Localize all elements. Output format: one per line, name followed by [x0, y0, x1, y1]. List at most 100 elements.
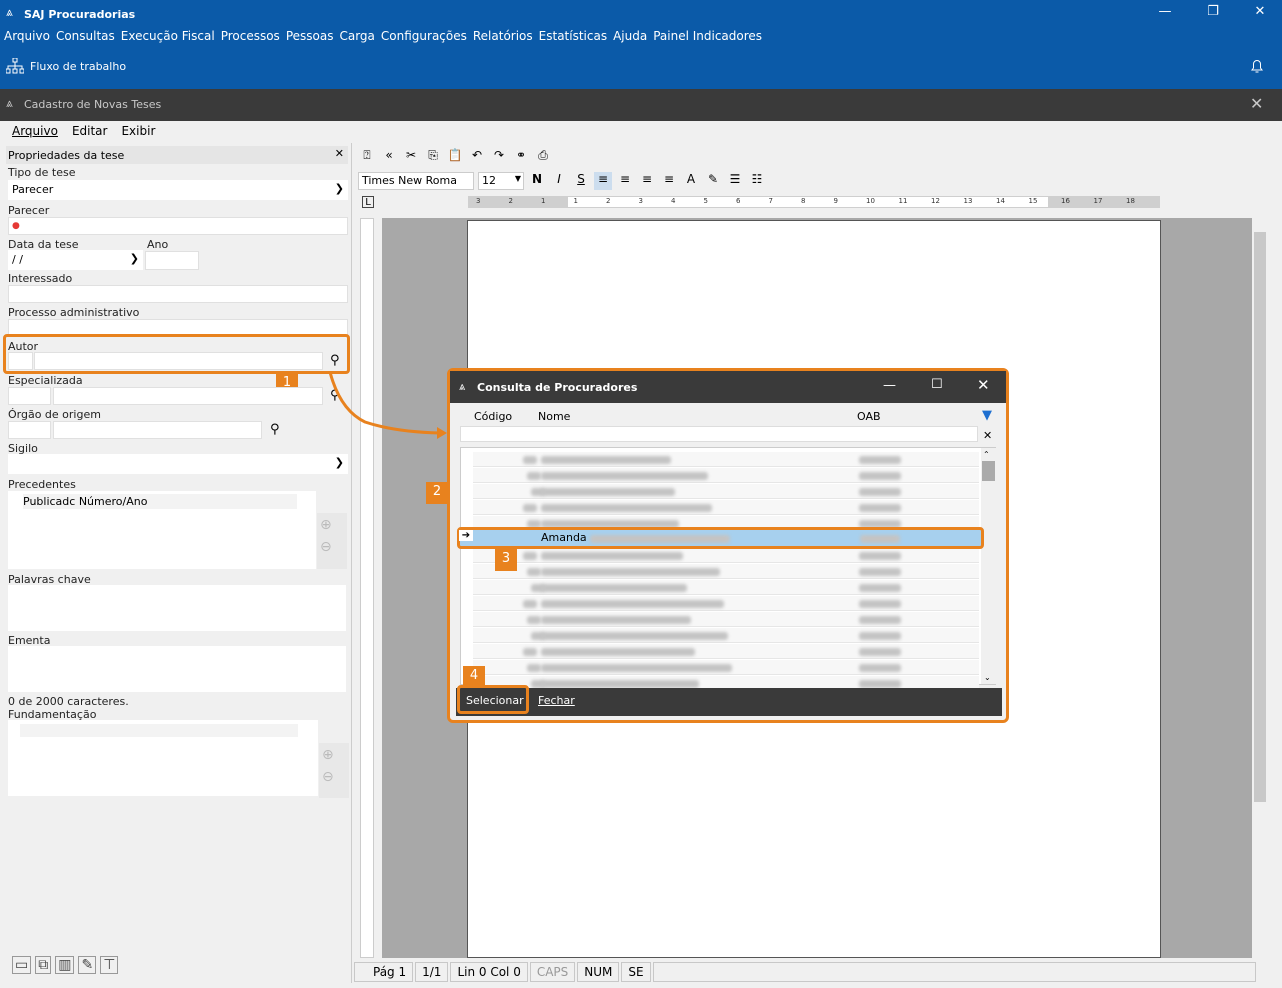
- font-color-icon[interactable]: A: [682, 172, 700, 190]
- orgao-code[interactable]: [8, 421, 51, 439]
- minimize-button[interactable]: —: [1155, 4, 1175, 19]
- menu-relatorios[interactable]: Relatórios: [473, 29, 533, 45]
- search-icon[interactable]: ⚲: [270, 422, 280, 437]
- selected-row[interactable]: ➔ Amanda: [457, 527, 984, 549]
- data-field[interactable]: / / ❯: [8, 250, 143, 270]
- table-row[interactable]: [473, 596, 979, 611]
- remove-icon[interactable]: ⊖: [320, 539, 347, 555]
- menu-estatisticas[interactable]: Estatísticas: [539, 29, 607, 45]
- align-center-icon[interactable]: ≡: [616, 172, 634, 190]
- table-row[interactable]: [473, 548, 979, 563]
- col-codigo[interactable]: Código: [474, 410, 512, 423]
- menu-carga[interactable]: Carga: [339, 29, 374, 45]
- especializada-code[interactable]: [8, 387, 51, 405]
- menu-painel-indicadores[interactable]: Painel Indicadores: [653, 29, 762, 45]
- paste-icon[interactable]: 📋: [446, 148, 464, 166]
- filter-icon[interactable]: ⊤: [100, 956, 119, 974]
- search-icon[interactable]: ⚲: [330, 353, 340, 368]
- find-icon[interactable]: ⚭: [512, 148, 530, 166]
- precedentes-list[interactable]: Publicadc Número/Ano: [8, 491, 316, 569]
- table-row[interactable]: [473, 628, 979, 643]
- menu-arquivo[interactable]: Arquivo: [4, 29, 50, 45]
- bell-icon[interactable]: [1250, 58, 1264, 74]
- menu-window-arquivo[interactable]: Arquivo: [12, 124, 58, 141]
- align-left-icon[interactable]: ≡: [594, 172, 612, 190]
- results-grid[interactable]: ⌃ ⌄: [460, 447, 996, 691]
- vertical-scrollbar[interactable]: [1252, 218, 1268, 958]
- clear-filter-icon[interactable]: ✕: [983, 429, 992, 442]
- sigilo-select[interactable]: ❯: [8, 454, 348, 474]
- orgao-field[interactable]: [53, 421, 262, 439]
- font-select[interactable]: Times New Roma: [358, 172, 474, 190]
- bold-button[interactable]: N: [528, 172, 546, 190]
- align-justify-icon[interactable]: ≡: [660, 172, 678, 190]
- highlight-icon[interactable]: ✎: [704, 172, 722, 190]
- align-right-icon[interactable]: ≡: [638, 172, 656, 190]
- filter-row[interactable]: [460, 426, 978, 442]
- window-close-icon[interactable]: ✕: [1250, 94, 1263, 113]
- table-row[interactable]: [473, 612, 979, 627]
- col-oab[interactable]: OAB: [857, 410, 881, 423]
- menu-processos[interactable]: Processos: [221, 29, 280, 45]
- grid-scrollbar[interactable]: ⌃ ⌄: [981, 448, 996, 684]
- table-row[interactable]: [473, 580, 979, 595]
- table-row[interactable]: [473, 660, 979, 675]
- format-icon[interactable]: ⍰: [358, 148, 376, 166]
- ementa-field[interactable]: [8, 646, 346, 692]
- copy-icon[interactable]: ⎘: [424, 148, 442, 166]
- close-panel-icon[interactable]: ✕: [335, 147, 344, 160]
- redo-icon[interactable]: ↷: [490, 148, 508, 166]
- parecer-field[interactable]: ●: [8, 217, 348, 235]
- menu-execucao-fiscal[interactable]: Execução Fiscal: [121, 29, 215, 45]
- dialog-close-icon[interactable]: ✕: [977, 376, 990, 394]
- select-button[interactable]: Selecionar: [457, 685, 529, 714]
- size-select[interactable]: 12 ▼: [478, 172, 524, 190]
- bullet-list-icon[interactable]: ☰: [726, 172, 744, 190]
- dialog-minimize-icon[interactable]: —: [883, 378, 896, 393]
- print-icon[interactable]: ⎙: [534, 148, 552, 166]
- grid-scroll-thumb[interactable]: [982, 461, 995, 481]
- table-row[interactable]: [473, 564, 979, 579]
- autor-code-field[interactable]: [8, 352, 33, 370]
- interessado-field[interactable]: [8, 285, 348, 303]
- underline-button[interactable]: S: [572, 172, 590, 190]
- workflow-link[interactable]: Fluxo de trabalho: [6, 58, 126, 74]
- italic-button[interactable]: I: [550, 172, 568, 190]
- table-row[interactable]: [473, 452, 979, 467]
- dialog-maximize-icon[interactable]: ☐: [931, 377, 943, 392]
- maximize-button[interactable]: ❐: [1203, 4, 1223, 19]
- add-icon[interactable]: ⊕: [322, 747, 349, 763]
- filter-icon[interactable]: ▼: [982, 408, 992, 423]
- menu-window-exibir[interactable]: Exibir: [121, 124, 155, 141]
- close-button[interactable]: ✕: [1250, 4, 1270, 19]
- add-icon[interactable]: ⊕: [320, 517, 347, 533]
- delete-icon[interactable]: ▥: [55, 956, 75, 974]
- menu-pessoas[interactable]: Pessoas: [286, 29, 334, 45]
- menu-configuracoes[interactable]: Configurações: [381, 29, 467, 45]
- double-left-icon[interactable]: «: [380, 148, 398, 166]
- clear-icon[interactable]: ✎: [78, 956, 97, 974]
- table-row[interactable]: [473, 644, 979, 659]
- save-icon[interactable]: ▭: [12, 956, 32, 974]
- undo-icon[interactable]: ↶: [468, 148, 486, 166]
- menu-window-editar[interactable]: Editar: [72, 124, 108, 141]
- table-row[interactable]: [473, 468, 979, 483]
- close-button[interactable]: Fechar: [538, 694, 575, 707]
- fundamentacao-list[interactable]: [8, 720, 318, 796]
- ano-field[interactable]: [145, 251, 199, 270]
- col-nome[interactable]: Nome: [538, 410, 570, 423]
- table-row[interactable]: [473, 500, 979, 515]
- autor-name-field[interactable]: [34, 352, 323, 370]
- remove-icon[interactable]: ⊖: [322, 769, 349, 785]
- numbered-list-icon[interactable]: ☷: [748, 172, 766, 190]
- table-row[interactable]: [473, 484, 979, 499]
- palavras-field[interactable]: [8, 585, 346, 631]
- tipo-select[interactable]: Parecer ❯: [8, 180, 348, 200]
- scroll-thumb[interactable]: [1254, 232, 1266, 802]
- menu-ajuda[interactable]: Ajuda: [613, 29, 647, 45]
- cut-icon[interactable]: ✂: [402, 148, 420, 166]
- new-icon[interactable]: ⧉: [35, 956, 52, 974]
- tab-stop-icon[interactable]: L: [362, 196, 374, 208]
- especializada-field[interactable]: [53, 387, 323, 405]
- menu-consultas[interactable]: Consultas: [56, 29, 115, 45]
